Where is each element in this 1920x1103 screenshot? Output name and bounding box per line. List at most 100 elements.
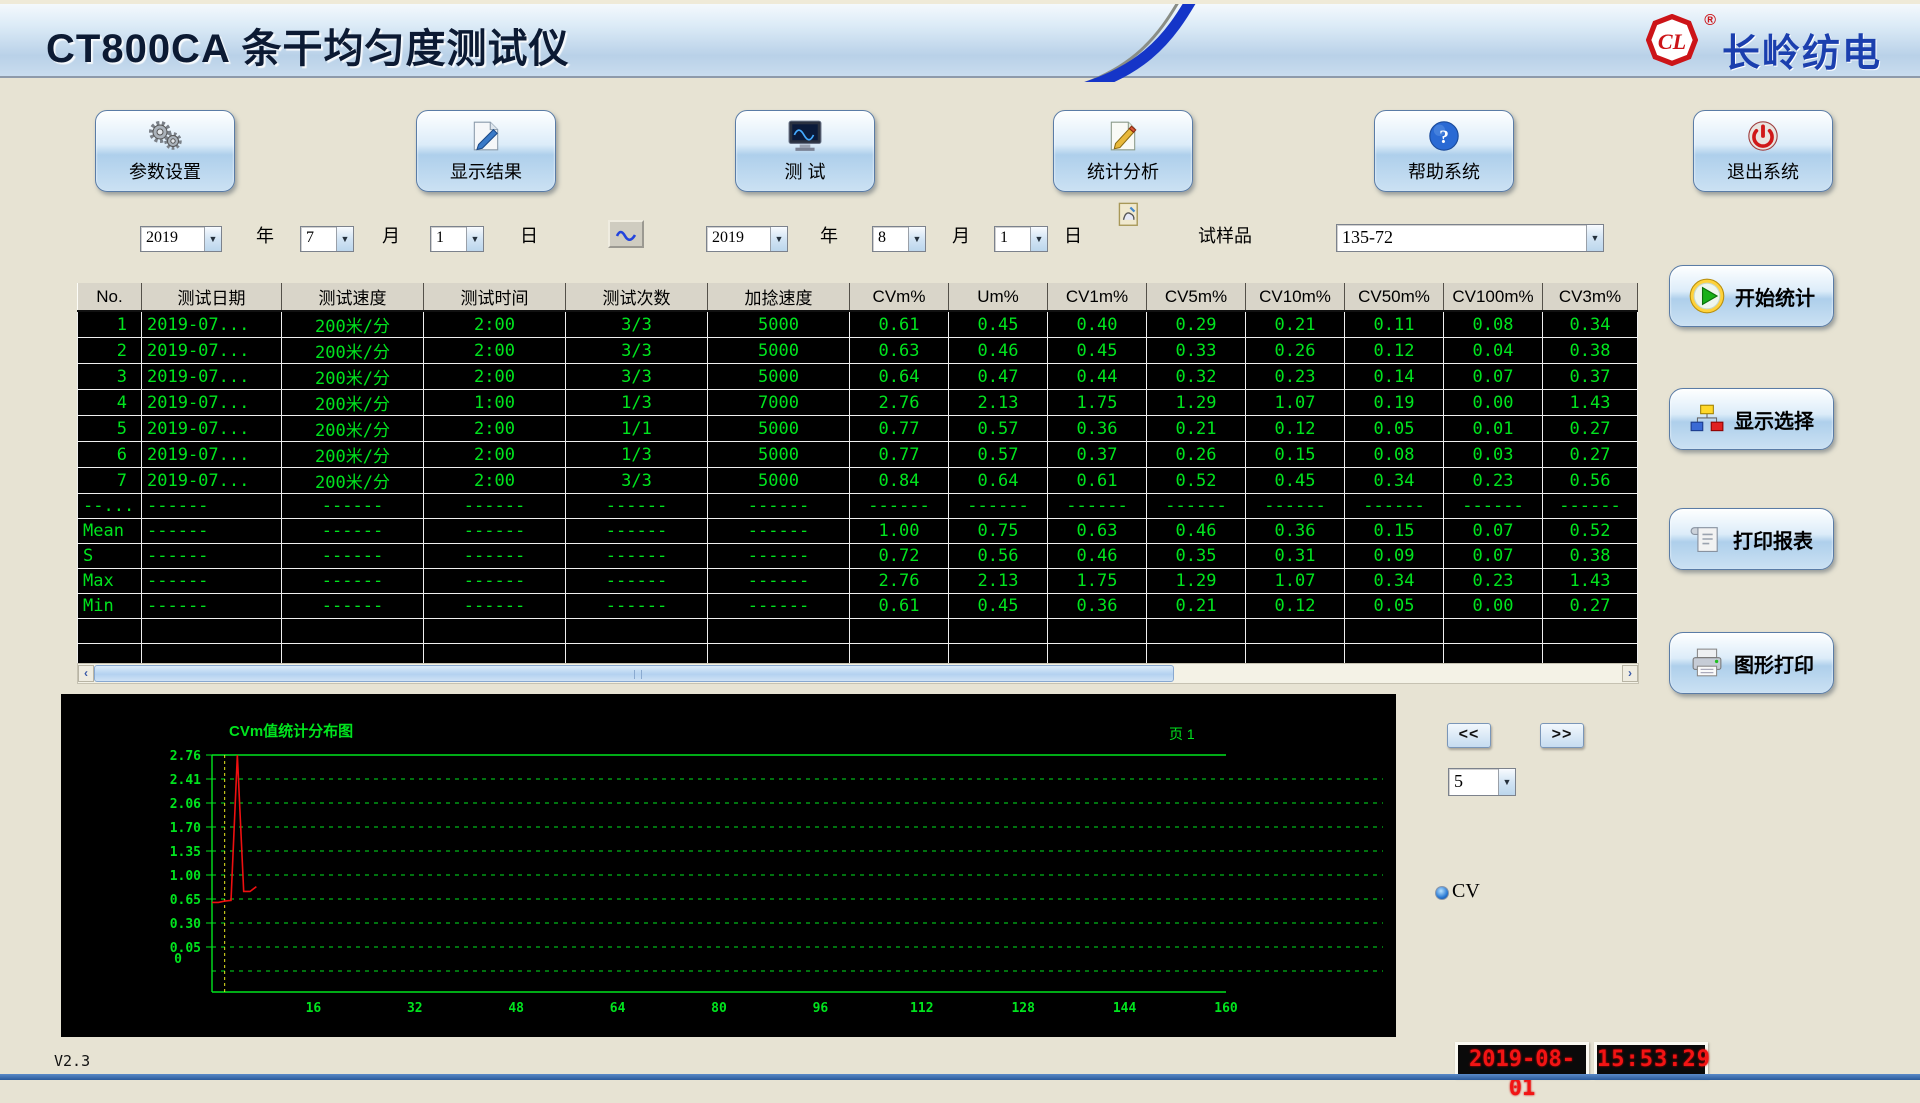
column-header[interactable]: CVm%: [850, 283, 949, 311]
dropdown-arrow-icon[interactable]: ▼: [1586, 225, 1603, 251]
brand-logo-icon: CL: [1646, 14, 1698, 66]
table-cell: 0.26: [1147, 442, 1246, 468]
prev-page-button[interactable]: <<: [1447, 723, 1491, 748]
table-row[interactable]: 32019-07...200米/分2:003/350000.640.470.44…: [78, 364, 1638, 390]
results-table: No.测试日期测试速度测试时间测试次数加捻速度CVm%Um%CV1m%CV5m%…: [77, 283, 1638, 669]
display-select-button[interactable]: 显示选择: [1669, 388, 1834, 450]
dropdown-arrow-icon[interactable]: ▼: [908, 227, 925, 251]
column-header[interactable]: CV100m%: [1444, 283, 1543, 311]
button-label: 开始统计: [1735, 282, 1815, 311]
chart-page-label: 页 1: [1169, 724, 1195, 744]
column-header[interactable]: 加捻速度: [708, 283, 850, 311]
column-header[interactable]: CV5m%: [1147, 283, 1246, 311]
table-cell: 2.76: [850, 569, 949, 594]
table-cell: 200米/分: [282, 338, 424, 364]
params-settings-button[interactable]: 参数设置: [95, 110, 235, 192]
table-cell: 0.00: [1444, 594, 1543, 619]
show-results-button[interactable]: 显示结果: [416, 110, 556, 192]
start-month-select[interactable]: 7 ▼: [300, 226, 354, 252]
table-cell: 0.01: [1444, 416, 1543, 442]
column-header[interactable]: No.: [78, 283, 142, 311]
table-cell: 1.43: [1543, 390, 1638, 416]
column-header[interactable]: 测试日期: [142, 283, 282, 311]
table-cell: 0.56: [949, 544, 1048, 569]
table-cell: 0.07: [1444, 519, 1543, 544]
statistics-analysis-button[interactable]: 统计分析: [1053, 110, 1193, 192]
table-row[interactable]: Mean------------------------------1.000.…: [78, 519, 1638, 544]
table-cell: 0.77: [850, 442, 949, 468]
end-day-select[interactable]: 1 ▼: [994, 226, 1048, 252]
exit-system-button[interactable]: 退出系统: [1693, 110, 1833, 192]
print-graph-button[interactable]: 图形打印: [1669, 632, 1834, 694]
button-label: 测 试: [784, 158, 825, 184]
table-cell: 0.36: [1246, 519, 1345, 544]
dropdown-arrow-icon[interactable]: ▼: [204, 227, 221, 251]
table-cell: ------: [566, 569, 708, 594]
scroll-left-arrow[interactable]: ‹: [78, 665, 94, 682]
table-row[interactable]: 72019-07...200米/分2:003/350000.840.640.61…: [78, 468, 1638, 494]
dropdown-arrow-icon[interactable]: ▼: [336, 227, 353, 251]
end-month-select[interactable]: 8 ▼: [872, 226, 926, 252]
version-label: V2.3: [54, 1052, 90, 1070]
column-header[interactable]: CV1m%: [1048, 283, 1147, 311]
table-cell: 3/3: [566, 338, 708, 364]
dropdown-arrow-icon[interactable]: ▼: [466, 227, 483, 251]
table-cell: 0.19: [1345, 390, 1444, 416]
column-header[interactable]: CV10m%: [1246, 283, 1345, 311]
table-cell: 0.46: [1048, 544, 1147, 569]
table-cell: 3: [78, 364, 142, 390]
sample-select[interactable]: 135-72 ▼: [1336, 224, 1604, 252]
column-header[interactable]: 测试速度: [282, 283, 424, 311]
print-report-button[interactable]: 打印报表: [1669, 508, 1834, 570]
start-day-select[interactable]: 1 ▼: [430, 226, 484, 252]
table-row[interactable]: 42019-07...200米/分1:001/370002.762.131.75…: [78, 390, 1638, 416]
table-cell: 1.07: [1246, 390, 1345, 416]
table-cell: 0.37: [1543, 364, 1638, 390]
page-size-select[interactable]: 5 ▼: [1448, 768, 1516, 796]
column-header[interactable]: 测试次数: [566, 283, 708, 311]
table-row[interactable]: 62019-07...200米/分2:001/350000.770.570.37…: [78, 442, 1638, 468]
column-header[interactable]: CV3m%: [1543, 283, 1638, 311]
table-cell: 0.34: [1345, 468, 1444, 494]
table-row[interactable]: Min------------------------------0.610.4…: [78, 594, 1638, 619]
table-row[interactable]: 12019-07...200米/分2:003/350000.610.450.40…: [78, 311, 1638, 338]
table-cell: 1.75: [1048, 390, 1147, 416]
table-row[interactable]: 22019-07...200米/分2:003/350000.630.460.45…: [78, 338, 1638, 364]
table-row[interactable]: [78, 619, 1638, 644]
column-header[interactable]: 测试时间: [424, 283, 566, 311]
table-row[interactable]: Max------------------------------2.762.1…: [78, 569, 1638, 594]
table-cell: 0.09: [1345, 544, 1444, 569]
button-label: 打印报表: [1733, 525, 1813, 554]
table-cell: 0.64: [850, 364, 949, 390]
table-horizontal-scrollbar[interactable]: ‹ ›: [77, 663, 1639, 684]
start-statistics-button[interactable]: 开始统计: [1669, 265, 1834, 327]
table-cell: 2:00: [424, 416, 566, 442]
test-button[interactable]: 测 试: [735, 110, 875, 192]
table-row[interactable]: 52019-07...200米/分2:001/150000.770.570.36…: [78, 416, 1638, 442]
scroll-right-arrow[interactable]: ›: [1622, 665, 1638, 682]
table-cell: 0.45: [1246, 468, 1345, 494]
table-cell: 0.03: [1444, 442, 1543, 468]
table-cell: [850, 619, 949, 644]
table-row[interactable]: --...-----------------------------------…: [78, 494, 1638, 519]
table-row[interactable]: S------------------------------0.720.560…: [78, 544, 1638, 569]
table-cell: 7: [78, 468, 142, 494]
sample-label: 试样品: [1198, 222, 1252, 248]
date-range-separator-button[interactable]: [608, 220, 644, 248]
table-cell: 1/1: [566, 416, 708, 442]
end-year-select[interactable]: 2019 ▼: [706, 226, 788, 252]
table-cell: ------: [142, 494, 282, 519]
table-cell: 0.38: [1543, 338, 1638, 364]
table-cell: ------: [424, 494, 566, 519]
dropdown-arrow-icon[interactable]: ▼: [770, 227, 787, 251]
next-page-button[interactable]: >>: [1540, 723, 1584, 748]
scrollbar-thumb[interactable]: [94, 665, 1174, 682]
column-header[interactable]: Um%: [949, 283, 1048, 311]
start-year-select[interactable]: 2019 ▼: [140, 226, 222, 252]
cv-series-toggle[interactable]: [1435, 886, 1449, 900]
dropdown-arrow-icon[interactable]: ▼: [1030, 227, 1047, 251]
help-system-button[interactable]: ? 帮助系统: [1374, 110, 1514, 192]
dropdown-arrow-icon[interactable]: ▼: [1498, 769, 1515, 795]
column-header[interactable]: CV50m%: [1345, 283, 1444, 311]
table-cell: 2:00: [424, 311, 566, 338]
